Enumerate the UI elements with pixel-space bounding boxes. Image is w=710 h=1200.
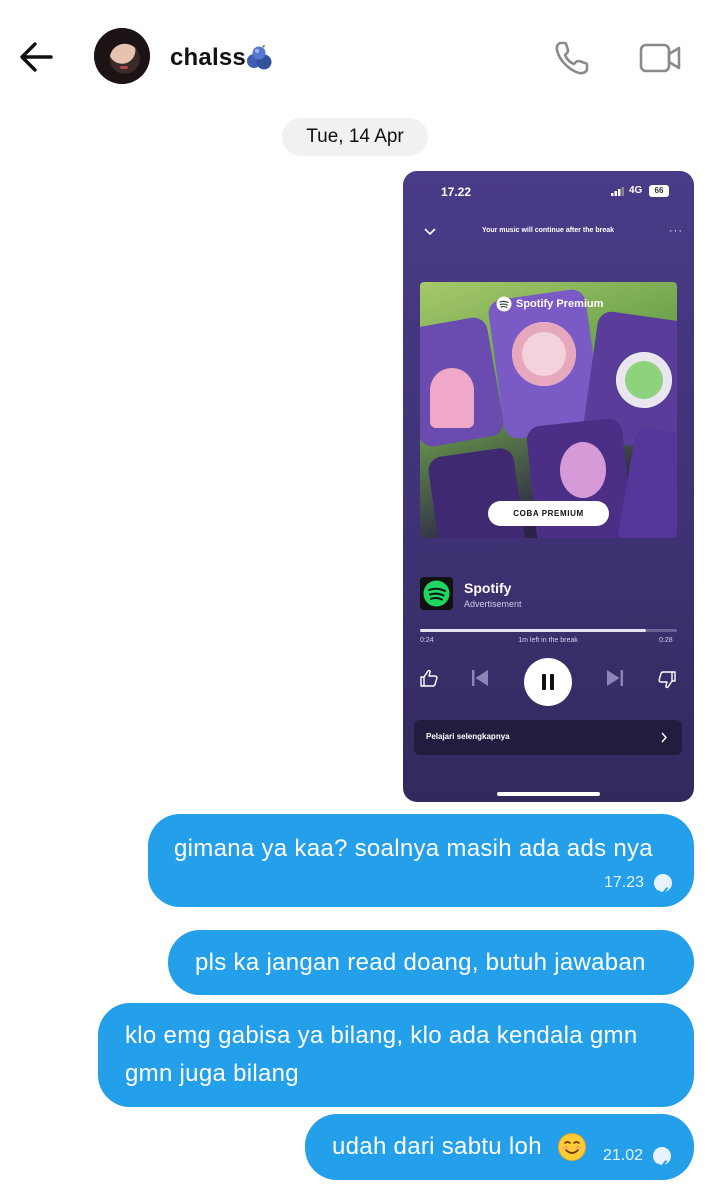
message-time: 17.23 bbox=[604, 874, 645, 891]
read-receipt-icon bbox=[654, 874, 672, 896]
message-text: pls ka jangan read doang, butuh jawaban bbox=[195, 949, 646, 976]
contact-name[interactable]: chalss bbox=[170, 44, 246, 72]
home-indicator bbox=[497, 792, 600, 796]
image-message[interactable]: 17.22 4G 66 Your music will continue aft… bbox=[403, 171, 694, 802]
ad-brand-title: Spotify Premium bbox=[516, 298, 604, 310]
avatar[interactable] bbox=[94, 28, 150, 84]
read-receipt-icon bbox=[653, 1147, 671, 1169]
art-shape bbox=[430, 368, 474, 428]
next-track-icon bbox=[607, 670, 623, 686]
message-bubble[interactable]: pls ka jangan read doang, butuh jawaban bbox=[168, 930, 694, 995]
status-time: 17.22 bbox=[441, 185, 472, 199]
spotify-logo-icon bbox=[423, 580, 450, 607]
chevron-down-icon bbox=[424, 228, 436, 236]
message-bubble[interactable]: gimana ya kaa? soalnya masih ada ads nya… bbox=[148, 814, 694, 907]
pause-icon bbox=[550, 674, 554, 690]
break-banner: Your music will continue after the break bbox=[481, 227, 615, 234]
chat-header: chalss bbox=[0, 0, 710, 112]
progress-track bbox=[420, 629, 677, 632]
more-options-icon: ··· bbox=[669, 225, 683, 237]
spotify-logo-icon bbox=[496, 296, 512, 312]
chevron-right-icon bbox=[661, 732, 667, 743]
ad-app-name: Spotify bbox=[464, 580, 512, 596]
message-text: gimana ya kaa? soalnya masih ada ads nya bbox=[174, 835, 653, 862]
try-premium-button: COBA PREMIUM bbox=[488, 501, 609, 526]
phone-icon[interactable] bbox=[552, 38, 592, 78]
break-remaining: 1m left in the break bbox=[518, 637, 578, 644]
total-time: 0:28 bbox=[659, 637, 673, 644]
art-figure bbox=[560, 442, 606, 498]
progress-fill bbox=[420, 629, 647, 632]
art-disc bbox=[512, 322, 576, 386]
back-arrow-icon[interactable] bbox=[18, 40, 54, 74]
avatar-hair bbox=[94, 28, 150, 84]
ad-artwork: Spotify Premium COBA PREMIUM bbox=[420, 282, 677, 538]
avatar-lip bbox=[120, 66, 128, 69]
battery-level: 66 bbox=[649, 185, 669, 197]
elapsed-time: 0:24 bbox=[420, 637, 434, 644]
network-type: 4G bbox=[629, 185, 643, 196]
message-bubble[interactable]: klo emg gabisa ya bilang, klo ada kendal… bbox=[98, 1003, 694, 1107]
learn-more-row: Pelajari selengkapnya bbox=[414, 720, 682, 755]
video-camera-icon[interactable] bbox=[638, 40, 682, 76]
signal-icon bbox=[611, 187, 624, 196]
thumbs-down-icon bbox=[658, 671, 676, 689]
message-text: udah dari sabtu loh bbox=[332, 1133, 542, 1160]
learn-more-label: Pelajari selengkapnya bbox=[426, 732, 510, 741]
pause-button bbox=[524, 658, 572, 706]
message-time: 21.02 bbox=[603, 1147, 644, 1164]
ad-label: Advertisement bbox=[464, 599, 522, 609]
art-disc bbox=[616, 352, 672, 408]
message-bubble[interactable]: udah dari sabtu loh 21.02 bbox=[305, 1114, 694, 1180]
blueberries-emoji-icon bbox=[247, 45, 272, 70]
message-text: klo emg gabisa ya bilang, klo ada kendal… bbox=[125, 1022, 638, 1087]
thumbs-up-icon bbox=[420, 669, 438, 687]
spotify-app-logo bbox=[420, 577, 453, 610]
smiling-face-icon bbox=[558, 1133, 586, 1161]
pause-icon bbox=[542, 674, 546, 690]
previous-track-icon bbox=[472, 670, 488, 686]
date-separator: Tue, 14 Apr bbox=[282, 118, 428, 156]
